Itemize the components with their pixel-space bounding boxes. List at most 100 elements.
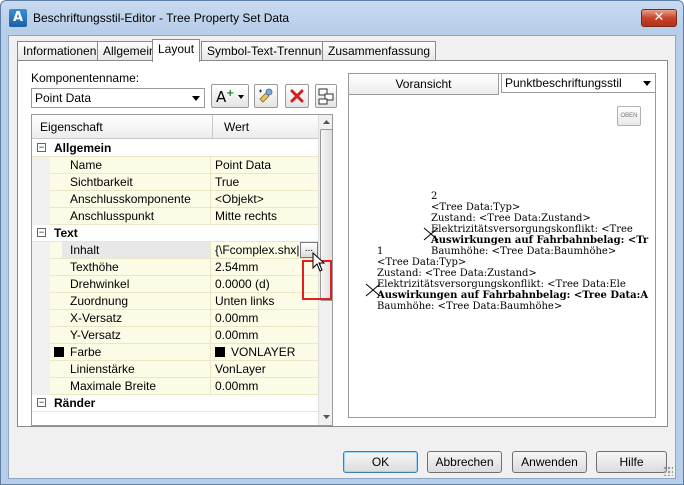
- component-overview-button[interactable]: [315, 84, 337, 108]
- label2-line: Baumhöhe: <Tree Data:Baumhöhe>: [431, 246, 617, 257]
- resize-grip[interactable]: [663, 466, 673, 476]
- property-row-inhalt[interactable]: Inhalt {\Fcomplex.shx|c0; ...: [32, 242, 318, 259]
- column-header-value: Wert: [224, 120, 250, 134]
- category-raender[interactable]: − Ränder: [32, 395, 318, 412]
- help-button[interactable]: Hilfe: [596, 451, 667, 473]
- preview-style-dropdown[interactable]: Punktbeschriftungsstil: [501, 73, 656, 93]
- autocad-app-icon: A: [9, 9, 27, 27]
- collapse-icon[interactable]: −: [37, 228, 46, 237]
- scroll-down-icon[interactable]: [321, 411, 332, 423]
- property-value[interactable]: Point Data: [210, 157, 318, 173]
- property-value-text: VONLAYER: [231, 345, 296, 359]
- property-grid: Eigenschaft Wert − Allgemein Name Point …: [31, 114, 333, 426]
- property-row-drehwinkel[interactable]: Drehwinkel 0.0000 (d): [32, 276, 318, 293]
- property-value[interactable]: Mitte rechts: [210, 208, 318, 224]
- add-component-button[interactable]: A +: [211, 84, 249, 108]
- property-label-text: Farbe: [70, 345, 102, 359]
- property-row-sichtbarkeit[interactable]: Sichtbarkeit True: [32, 174, 318, 191]
- property-row-maximale-breite[interactable]: Maximale Breite 0.00mm: [32, 378, 318, 395]
- svg-text:+: +: [226, 88, 234, 99]
- add-text-icon: A +: [216, 88, 244, 106]
- column-separator[interactable]: [212, 115, 213, 139]
- property-label: Linienstärke: [70, 362, 135, 376]
- delete-icon: [290, 89, 304, 103]
- view-top-button[interactable]: OBEN: [617, 106, 641, 126]
- label1-line: Auswirkungen auf Fahrbahnbelag: <Tree Da…: [377, 290, 649, 301]
- tab-layout[interactable]: Layout: [152, 39, 201, 62]
- tab-symbol-text-trennung[interactable]: Symbol-Text-Trennung: [201, 41, 334, 61]
- property-value[interactable]: <Objekt>: [210, 191, 318, 207]
- mouse-cursor-icon: [312, 252, 326, 272]
- property-row-zuordnung[interactable]: Zuordnung Unten links: [32, 293, 318, 310]
- property-value[interactable]: True: [210, 174, 318, 190]
- label2-line: Elektrizitätsversorgungskonflikt: <Tree: [431, 224, 633, 235]
- window-title: Beschriftungsstil-Editor - Tree Property…: [33, 11, 290, 25]
- cancel-button[interactable]: Abbrechen: [427, 451, 502, 473]
- property-value[interactable]: 0.00mm: [210, 327, 318, 343]
- property-value[interactable]: VonLayer: [210, 361, 318, 377]
- property-value[interactable]: VONLAYER: [210, 344, 318, 360]
- row-gutter: [32, 293, 50, 310]
- property-label: Name: [70, 158, 103, 172]
- property-row-name[interactable]: Name Point Data: [32, 157, 318, 174]
- collapse-icon[interactable]: −: [37, 398, 46, 407]
- component-name-label: Komponentenname:: [31, 71, 140, 85]
- tab-informationen[interactable]: Informationen: [17, 41, 103, 61]
- label1-line: <Tree Data:Typ>: [377, 257, 467, 268]
- category-text[interactable]: − Text: [32, 225, 318, 242]
- row-gutter: [32, 208, 50, 225]
- copy-component-icon: [259, 88, 273, 103]
- property-label: X-Versatz: [70, 311, 123, 325]
- preview-tab[interactable]: Voransicht: [349, 74, 499, 95]
- property-value[interactable]: {\Fcomplex.shx|c0;: [210, 242, 300, 258]
- close-button[interactable]: ✕: [641, 9, 677, 27]
- component-overview-icon: [318, 88, 334, 105]
- scroll-up-icon[interactable]: [321, 116, 332, 128]
- component-name-value: Point Data: [35, 91, 92, 105]
- chevron-down-icon: [643, 81, 651, 86]
- component-name-dropdown[interactable]: Point Data: [31, 88, 205, 108]
- copy-component-button[interactable]: [254, 84, 278, 108]
- label1-line: Elektrizitätsversorgungskonflikt: <Tree …: [377, 279, 626, 290]
- grid-header: Eigenschaft Wert: [32, 115, 318, 139]
- property-label: Maximale Breite: [70, 379, 157, 393]
- property-row-texthoehe[interactable]: Texthöhe 2.54mm: [32, 259, 318, 276]
- row-gutter: [32, 310, 50, 327]
- property-row-farbe[interactable]: Farbe VONLAYER: [32, 344, 318, 361]
- label2-line: Zustand: <Tree Data:Zustand>: [431, 213, 591, 224]
- property-label: Anschlusskomponente: [70, 192, 191, 206]
- property-value[interactable]: 0.00mm: [210, 310, 318, 326]
- ok-button[interactable]: OK: [343, 451, 418, 473]
- property-label: Inhalt: [70, 243, 100, 257]
- property-row-anschlusskomponente[interactable]: Anschlusskomponente <Objekt>: [32, 191, 318, 208]
- property-row-y-versatz[interactable]: Y-Versatz 0.00mm: [32, 327, 318, 344]
- label2-number: 2: [431, 191, 438, 202]
- apply-button[interactable]: Anwenden: [512, 451, 587, 473]
- delete-component-button[interactable]: [285, 84, 309, 108]
- row-gutter: [32, 361, 50, 378]
- property-row-linienstaerke[interactable]: Linienstärke VonLayer: [32, 361, 318, 378]
- row-gutter: [32, 191, 50, 208]
- tab-zusammenfassung[interactable]: Zusammenfassung: [322, 41, 437, 61]
- row-gutter: [32, 378, 50, 395]
- label1-line: Baumhöhe: <Tree Data:Baumhöhe>: [377, 301, 563, 312]
- collapse-icon[interactable]: −: [37, 143, 46, 152]
- dialog-client: Informationen Allgemein Layout Symbol-Te…: [8, 35, 676, 479]
- row-gutter: [32, 242, 50, 259]
- category-label: Ränder: [54, 396, 96, 410]
- property-label: Y-Versatz: [70, 328, 121, 342]
- preview-panel: Voransicht Punktbeschriftungsstil OBEN 2…: [348, 73, 656, 418]
- property-label: Sichtbarkeit: [70, 175, 133, 189]
- row-gutter: [32, 344, 50, 361]
- property-value[interactable]: 0.00mm: [210, 378, 318, 394]
- row-gutter: [32, 259, 50, 276]
- category-allgemein[interactable]: − Allgemein: [32, 140, 318, 157]
- label1-number: 1: [377, 246, 384, 257]
- preview-style-value: Punktbeschriftungsstil: [505, 76, 622, 90]
- property-row-x-versatz[interactable]: X-Versatz 0.00mm: [32, 310, 318, 327]
- row-gutter: [32, 157, 50, 174]
- chevron-down-icon: [192, 96, 200, 101]
- property-row-anschlusspunkt[interactable]: Anschlusspunkt Mitte rechts: [32, 208, 318, 225]
- category-label: Allgemein: [54, 141, 112, 155]
- title-bar[interactable]: A Beschriftungsstil-Editor - Tree Proper…: [1, 1, 683, 35]
